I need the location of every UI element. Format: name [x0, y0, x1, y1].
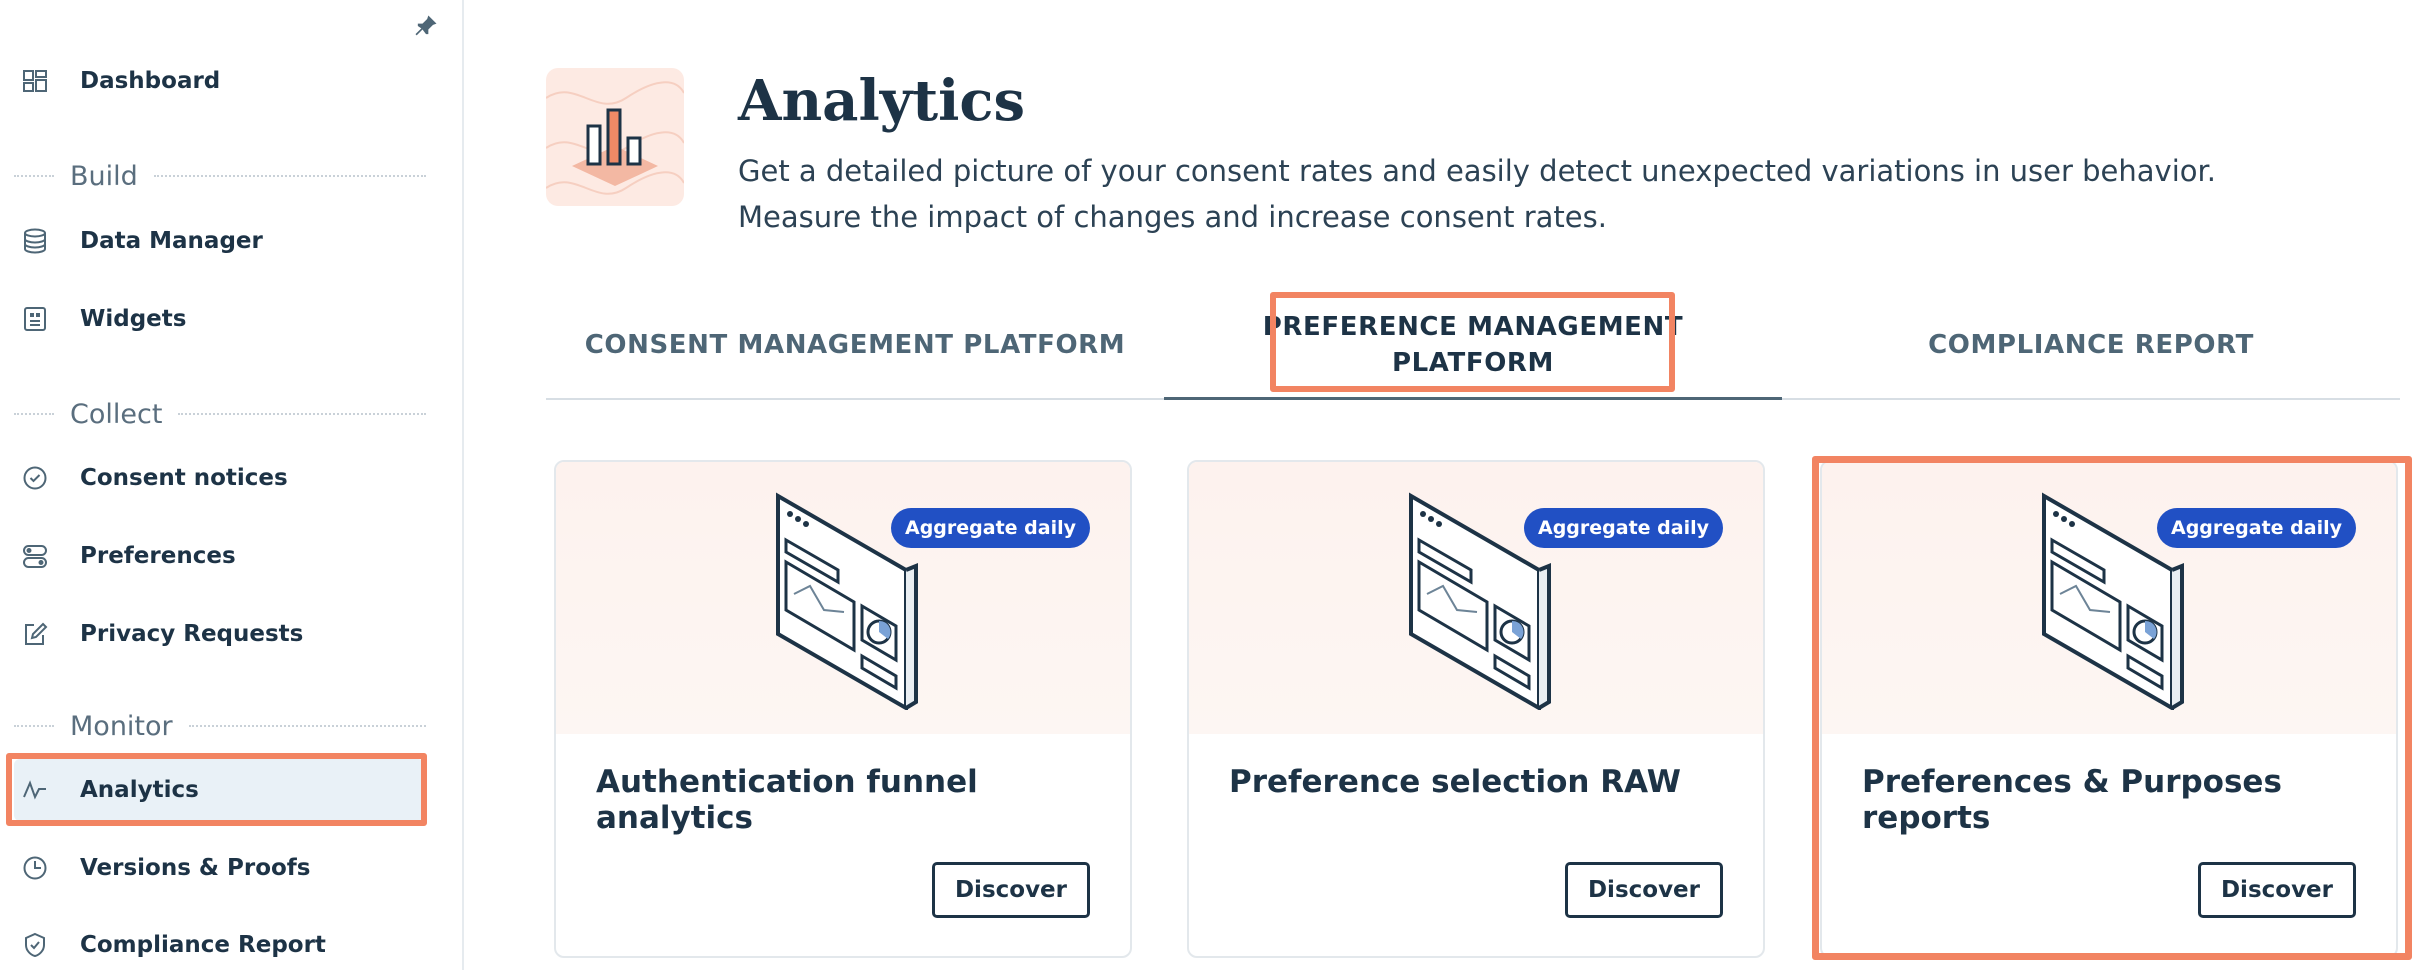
pin-icon[interactable] [412, 12, 440, 40]
card-title: Preference selection RAW [1229, 764, 1681, 800]
toggles-icon [20, 541, 50, 571]
edit-icon [20, 619, 50, 649]
report-card[interactable]: Aggregate daily Authentication funnel an… [554, 460, 1132, 958]
sidebar-item-label: Consent notices [80, 465, 288, 491]
sidebar-item-label: Preferences [80, 543, 236, 569]
active-tab-indicator [1164, 397, 1782, 400]
highlight-card [1812, 456, 2412, 960]
sidebar-item-label: Dashboard [80, 68, 221, 94]
sidebar-item-label: Privacy Requests [80, 621, 304, 647]
discover-button[interactable]: Discover [1565, 862, 1723, 918]
database-icon [20, 226, 50, 256]
card-illustration: Aggregate daily [556, 462, 1130, 734]
section-label: Collect [70, 398, 163, 430]
card-illustration: Aggregate daily [1189, 462, 1763, 734]
section-label: Build [70, 160, 138, 192]
sidebar-item-compliance-report[interactable]: Compliance Report [14, 914, 424, 970]
highlight-tab [1270, 292, 1675, 392]
description-line: Measure the impact of changes and increa… [738, 200, 1607, 234]
sidebar-item-label: Compliance Report [80, 932, 326, 958]
dashboard-icon [20, 66, 50, 96]
sidebar-item-widgets[interactable]: Widgets [14, 288, 424, 350]
section-monitor: Monitor [14, 706, 426, 746]
tab-compliance-report[interactable]: COMPLIANCE REPORT [1782, 290, 2400, 400]
sidebar-item-data-manager[interactable]: Data Manager [14, 210, 424, 272]
sidebar-item-privacy-requests[interactable]: Privacy Requests [14, 603, 424, 665]
description-line: Get a detailed picture of your consent r… [738, 154, 2216, 188]
analytics-illustration-icon [546, 68, 684, 206]
page-title: Analytics [738, 68, 1026, 134]
sidebar-item-consent-notices[interactable]: Consent notices [14, 447, 424, 509]
sidebar-item-versions-proofs[interactable]: Versions & Proofs [14, 837, 424, 899]
check-circle-icon [20, 463, 50, 493]
sidebar-item-label: Data Manager [80, 228, 263, 254]
tab-consent-management-platform[interactable]: CONSENT MANAGEMENT PLATFORM [546, 290, 1164, 400]
page-description: Get a detailed picture of your consent r… [738, 148, 2238, 240]
aggregate-badge: Aggregate daily [1524, 508, 1723, 548]
sidebar-item-preferences[interactable]: Preferences [14, 525, 424, 587]
discover-button[interactable]: Discover [932, 862, 1090, 918]
sidebar-item-dashboard[interactable]: Dashboard [14, 50, 424, 112]
report-card[interactable]: Aggregate daily Preference selection RAW… [1187, 460, 1765, 958]
sidebar-item-label: Versions & Proofs [80, 855, 311, 881]
clock-chart-icon [20, 853, 50, 883]
aggregate-badge: Aggregate daily [891, 508, 1090, 548]
highlight-analytics [6, 753, 427, 826]
section-label: Monitor [70, 710, 173, 742]
widgets-icon [20, 304, 50, 334]
sidebar-item-label: Widgets [80, 306, 187, 332]
section-build: Build [14, 156, 426, 196]
card-title: Authentication funnel analytics [596, 764, 978, 836]
shield-check-icon [20, 930, 50, 960]
section-collect: Collect [14, 394, 426, 434]
